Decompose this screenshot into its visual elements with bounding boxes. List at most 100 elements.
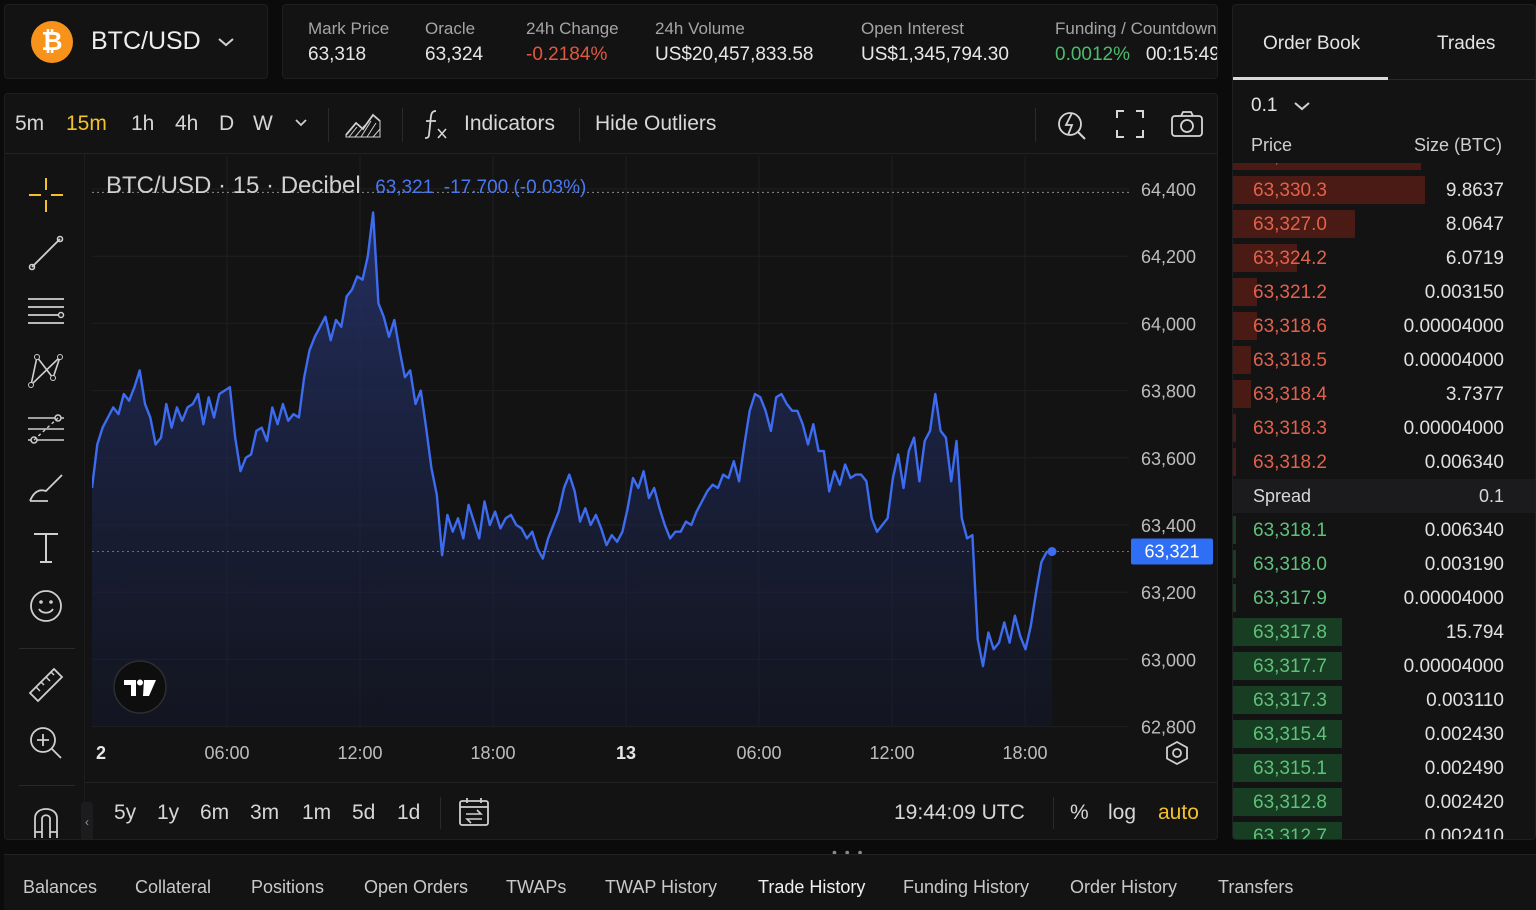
camera-icon[interactable]	[1169, 107, 1205, 141]
bid-row[interactable]: 63,315.1 0.002490	[1233, 751, 1535, 785]
magnet-tool[interactable]	[25, 800, 67, 839]
zoom-in-tool[interactable]	[25, 722, 67, 764]
funding-countdown: 00:15:49	[1145, 44, 1218, 65]
alert-icon[interactable]	[1055, 107, 1089, 141]
bid-row[interactable]: 63,317.9 0.00004000	[1233, 581, 1535, 615]
bid-row[interactable]: 63,317.3 0.003110	[1233, 683, 1535, 717]
indicators-button[interactable]: Indicators	[464, 112, 555, 136]
tab-twap-history[interactable]: TWAP History	[605, 877, 717, 898]
pattern-icon	[28, 354, 63, 388]
brush-tool[interactable]	[25, 467, 67, 509]
range-1d[interactable]: 1d	[397, 801, 420, 825]
order-price: 63,324.2	[1253, 248, 1327, 269]
order-price: 63,317.9	[1253, 588, 1327, 609]
pattern-tool[interactable]	[25, 350, 67, 392]
tab-balances[interactable]: Balances	[23, 877, 97, 898]
auto-scale-toggle[interactable]: auto	[1158, 801, 1199, 825]
range-6m[interactable]: 6m	[200, 801, 229, 825]
order-price: 63,318.0	[1253, 554, 1327, 575]
percent-scale-toggle[interactable]: %	[1070, 801, 1089, 825]
crosshair-tool[interactable]	[25, 174, 67, 216]
tab-open-orders[interactable]: Open Orders	[364, 877, 468, 898]
depth-bar	[1233, 346, 1251, 374]
ask-row[interactable]: 63,330.3 9.8637	[1233, 173, 1535, 207]
ask-row[interactable]: 63,321.2 0.003150	[1233, 275, 1535, 309]
ask-row[interactable]: 63,334.2 11.357	[1233, 163, 1535, 173]
price-chart[interactable]: 64,400 64,200 64,000 63,800 63,600 63,400 63,2…	[92, 156, 1218, 776]
trend-line-tool[interactable]	[25, 232, 67, 274]
x-tick-label: 06:00	[736, 743, 781, 763]
bid-row[interactable]: 63,318.0 0.003190	[1233, 547, 1535, 581]
prediction-tool[interactable]	[25, 408, 67, 450]
order-size: 0.006340	[1424, 520, 1504, 541]
ruler-icon	[28, 667, 64, 703]
symbol-selector[interactable]: ₿ BTC/USD	[4, 4, 268, 79]
chart-style-icon[interactable]	[343, 107, 383, 141]
tab-positions[interactable]: Positions	[251, 877, 324, 898]
range-1m[interactable]: 1m	[302, 801, 331, 825]
settings-icon[interactable]	[1166, 740, 1188, 766]
order-price: 63,315.1	[1253, 758, 1327, 779]
tab-twaps[interactable]: TWAPs	[506, 877, 566, 898]
bid-row[interactable]: 63,312.7 0.002410	[1233, 819, 1535, 839]
tab-trades[interactable]: Trades	[1437, 33, 1495, 55]
ask-row[interactable]: 63,327.0 8.0647	[1233, 207, 1535, 241]
svg-text:63,321: 63,321	[1144, 542, 1199, 562]
x-tick-label: 18:00	[1002, 743, 1047, 763]
fullscreen-icon[interactable]	[1113, 107, 1147, 141]
bid-row[interactable]: 63,317.8 15.794	[1233, 615, 1535, 649]
stat-24h-change: 24h Change -0.2184%	[526, 19, 619, 65]
bid-row[interactable]: 63,317.7 0.00004000	[1233, 649, 1535, 683]
timeframe-1h[interactable]: 1h	[131, 112, 154, 136]
range-5y[interactable]: 5y	[114, 801, 136, 825]
emoji-tool[interactable]	[25, 585, 67, 627]
log-scale-toggle[interactable]: log	[1108, 801, 1136, 825]
tab-funding-history[interactable]: Funding History	[903, 877, 1029, 898]
active-tab-indicator	[1233, 77, 1388, 80]
text-tool[interactable]	[25, 526, 67, 568]
tab-collateral[interactable]: Collateral	[135, 877, 211, 898]
bid-row[interactable]: 63,312.8 0.002420	[1233, 785, 1535, 819]
chevron-down-icon[interactable]	[294, 118, 308, 128]
size-header: Size (BTC)	[1413, 135, 1502, 155]
x-tick-label: 12:00	[869, 743, 914, 763]
depth-bar	[1233, 414, 1236, 442]
hide-outliers-button[interactable]: Hide Outliers	[595, 112, 716, 136]
timeframe-w[interactable]: W	[253, 112, 273, 136]
range-1y[interactable]: 1y	[157, 801, 179, 825]
timeframe-15m[interactable]: 15m	[66, 112, 107, 136]
timeframe-d[interactable]: D	[219, 112, 234, 136]
date-range-icon[interactable]	[457, 795, 491, 829]
bid-row[interactable]: 63,315.4 0.002430	[1233, 717, 1535, 751]
ask-row[interactable]: 63,318.2 0.006340	[1233, 445, 1535, 479]
y-tick-label: 63,200	[1141, 583, 1196, 603]
ask-row[interactable]: 63,318.3 0.00004000	[1233, 411, 1535, 445]
ask-row[interactable]: 63,318.6 0.00004000	[1233, 309, 1535, 343]
tab-transfers[interactable]: Transfers	[1218, 877, 1293, 898]
brush-icon	[29, 474, 63, 502]
range-3m[interactable]: 3m	[250, 801, 279, 825]
last-price-label: 63,321	[1131, 538, 1213, 565]
order-size: 3.7377	[1445, 384, 1504, 405]
legend-last-value: 63,321	[375, 177, 434, 198]
bid-row[interactable]: 63,318.1 0.006340	[1233, 513, 1535, 547]
tab-order-history[interactable]: Order History	[1070, 877, 1177, 898]
range-5d[interactable]: 5d	[352, 801, 375, 825]
precision-select[interactable]: 0.1	[1251, 95, 1311, 117]
fib-tool[interactable]	[25, 291, 67, 333]
ask-row[interactable]: 63,324.2 6.0719	[1233, 241, 1535, 275]
stat-24h-volume: 24h Volume US$20,457,833.58	[655, 19, 814, 65]
tab-order-book[interactable]: Order Book	[1263, 33, 1360, 55]
funding-rate: 0.0012%	[1055, 44, 1131, 65]
timeframe-5m[interactable]: 5m	[15, 112, 44, 136]
tab-trade-history[interactable]: Trade History	[758, 877, 865, 898]
fx-icon[interactable]	[422, 107, 450, 141]
order-price: 63,315.4	[1253, 724, 1327, 745]
order-price: 63,330.3	[1253, 180, 1327, 201]
precision-value: 0.1	[1251, 95, 1278, 116]
timeframe-4h[interactable]: 4h	[175, 112, 198, 136]
ruler-tool[interactable]	[25, 664, 67, 706]
depth-bar	[1233, 448, 1236, 476]
ask-row[interactable]: 63,318.4 3.7377	[1233, 377, 1535, 411]
ask-row[interactable]: 63,318.5 0.00004000	[1233, 343, 1535, 377]
